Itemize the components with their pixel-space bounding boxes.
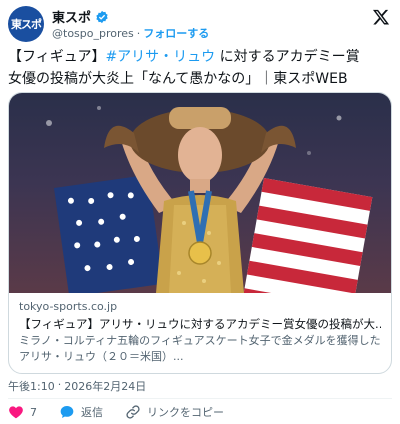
display-name[interactable]: 東スポ	[52, 7, 91, 26]
tweet-text: 【フィギュア】#アリサ・リュウ に対するアカデミー賞女優の投稿が大炎上「なんて愚…	[8, 46, 392, 90]
action-bar: 7 返信 リンクをコピー	[8, 404, 246, 420]
copy-link-label: リンクをコピー	[147, 406, 224, 419]
tweet-text-line1-rest: に対するアカデミー賞	[215, 49, 360, 65]
link-card[interactable]: tokyo-sports.co.jp 【フィギュア】アリサ・リュウに対するアカデ…	[8, 92, 392, 374]
tweet-text-line2: 女優の投稿が大炎上「なんて愚かなの」｜東スポWEB	[8, 71, 348, 87]
reply-button[interactable]: 返信	[59, 404, 103, 420]
card-image-illustration	[46, 106, 373, 293]
like-button[interactable]: 7	[8, 404, 37, 420]
tweet-text-prefix: 【フィギュア】	[8, 49, 106, 65]
card-description: ミラノ・コルティナ五輪のフィギュアスケート女子で金メダルを獲得したアリサ・リュウ…	[19, 334, 381, 363]
link-icon	[126, 405, 140, 419]
separator-dot: ·	[136, 26, 141, 40]
avatar-logo-text: 東スポ	[11, 18, 42, 31]
x-logo-icon[interactable]	[372, 8, 390, 26]
timestamp-separator: ·	[57, 378, 62, 391]
avatar[interactable]: 東スポ	[8, 6, 44, 42]
tweet-date: 2026年2月24日	[64, 380, 147, 393]
divider	[8, 398, 392, 399]
heart-icon	[9, 406, 23, 419]
like-count: 7	[30, 405, 37, 419]
tweet-timestamp[interactable]: 午後1:10 · 2026年2月24日	[8, 378, 146, 394]
card-title[interactable]: 【フィギュア】アリサ・リュウに対するアカデミー賞女優の投稿が大...	[19, 315, 381, 333]
card-domain: tokyo-sports.co.jp	[19, 300, 118, 313]
verified-badge-icon	[96, 10, 108, 23]
reply-bubble-icon	[60, 406, 74, 418]
handle[interactable]: @tospo_prores	[52, 27, 134, 40]
handle-row: @tospo_prores · フォローする	[52, 25, 209, 41]
tweet-time: 午後1:10	[8, 380, 55, 393]
reply-label: 返信	[81, 406, 103, 419]
follow-button[interactable]: フォローする	[143, 25, 209, 41]
card-meta: tokyo-sports.co.jp 【フィギュア】アリサ・リュウに対するアカデ…	[9, 293, 391, 367]
card-image[interactable]	[9, 93, 391, 293]
author-name-row: 東スポ	[52, 7, 109, 26]
hashtag-link[interactable]: #アリサ・リュウ	[105, 49, 215, 65]
copy-link-button[interactable]: リンクをコピー	[125, 404, 224, 420]
tweet-header: 東スポ 東スポ @tospo_prores · フォローする	[8, 6, 392, 42]
